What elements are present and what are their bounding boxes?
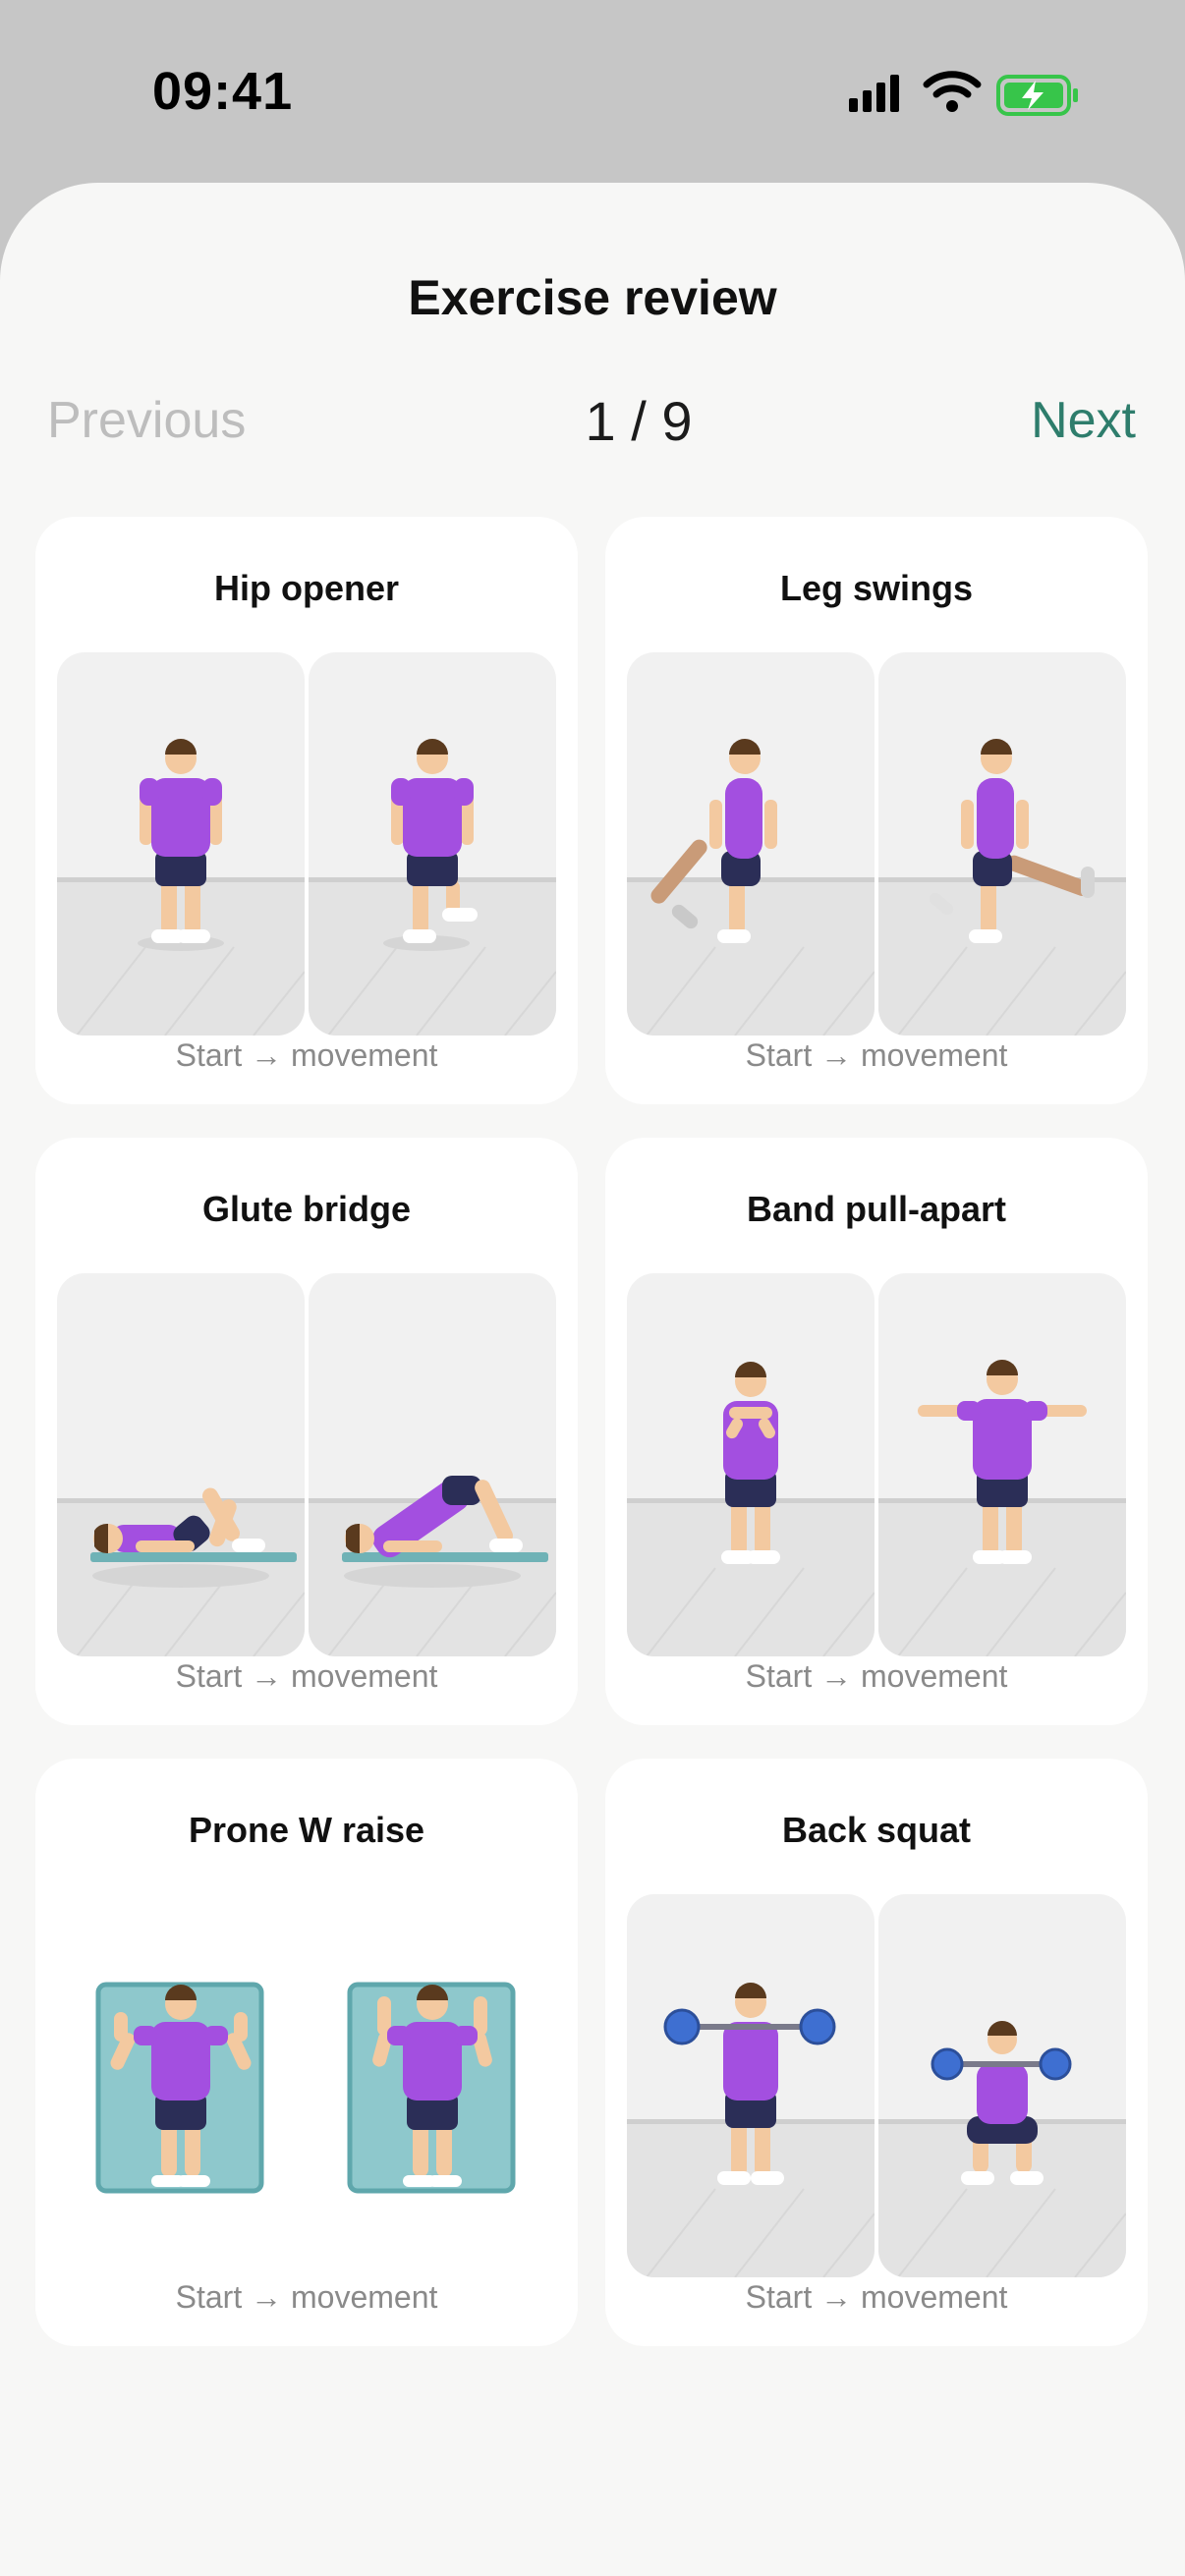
movement-position-image xyxy=(309,1273,556,1656)
exercise-card-hip-opener[interactable]: Hip opener Start → movement xyxy=(35,517,578,1104)
exercise-card-prone-w-raise[interactable]: Prone W raise Start → movement xyxy=(35,1759,578,2346)
movement-position-image xyxy=(878,1273,1126,1656)
exercise-card-glute-bridge[interactable]: Glute bridge Start → movement xyxy=(35,1138,578,1725)
exercise-caption: Start → movement xyxy=(745,1037,1008,1073)
next-button[interactable]: Next xyxy=(1031,391,1136,450)
battery-charging-icon xyxy=(996,75,1078,116)
exercise-review-sheet: Exercise review Previous 1 / 9 Next Hip … xyxy=(0,183,1185,2576)
exercise-illustration xyxy=(57,1273,556,1656)
exercise-illustration xyxy=(57,652,556,1036)
exercise-caption: Start → movement xyxy=(175,2279,438,2315)
exercise-title: Prone W raise xyxy=(188,1810,425,1850)
exercise-card-band-pull-apart[interactable]: Band pull-apart Start → movement xyxy=(605,1138,1148,1725)
status-time: 09:41 xyxy=(152,62,294,121)
exercise-card-back-squat[interactable]: Back squat Start → movement xyxy=(605,1759,1148,2346)
exercise-illustration xyxy=(627,1894,1126,2277)
exercise-caption: Start → movement xyxy=(175,1037,438,1073)
exercise-caption: Start → movement xyxy=(745,2279,1008,2315)
status-icons xyxy=(849,71,1078,116)
exercise-illustration xyxy=(627,652,1126,1036)
wifi-icon xyxy=(923,71,982,112)
movement-position-image xyxy=(878,652,1126,1036)
start-position-image xyxy=(57,1894,305,2277)
exercise-card-leg-swings[interactable]: Leg swings Start → movement xyxy=(605,517,1148,1104)
movement-position-image xyxy=(309,652,556,1036)
movement-position-image xyxy=(878,1894,1126,2277)
start-position-image xyxy=(57,652,305,1036)
cellular-signal-icon xyxy=(849,75,899,112)
exercise-illustration xyxy=(627,1273,1126,1656)
movement-position-image xyxy=(309,1894,556,2277)
exercise-title: Hip opener xyxy=(213,568,399,608)
exercise-caption: Start → movement xyxy=(745,1658,1008,1694)
start-position-image xyxy=(627,1894,875,2277)
start-position-image xyxy=(627,1273,875,1656)
sheet-title: Exercise review xyxy=(408,270,777,325)
exercise-title: Back squat xyxy=(781,1810,972,1850)
start-position-image xyxy=(57,1273,305,1656)
exercise-title: Leg swings xyxy=(779,568,974,608)
status-bar: 09:41 xyxy=(0,0,1185,187)
exercise-illustration xyxy=(57,1894,556,2277)
exercise-title: Band pull-apart xyxy=(746,1189,1006,1229)
exercise-title: Glute bridge xyxy=(201,1189,411,1229)
start-position-image xyxy=(627,652,875,1036)
exercise-caption: Start → movement xyxy=(175,1658,438,1694)
page-indicator: 1 / 9 xyxy=(585,390,693,452)
